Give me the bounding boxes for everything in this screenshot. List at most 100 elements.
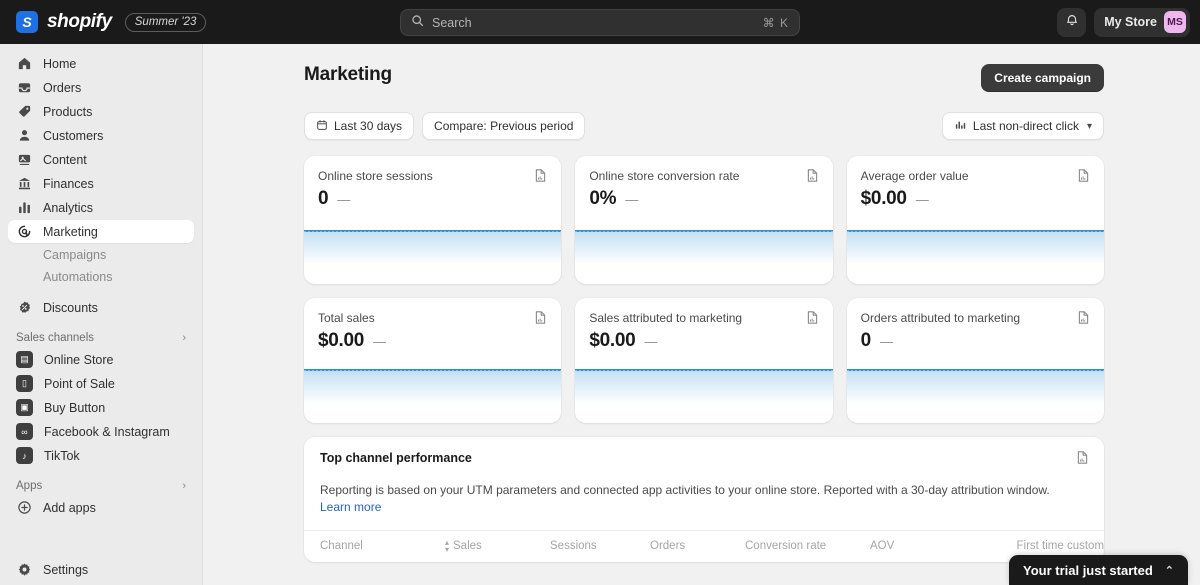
compare-label: Compare: Previous period — [434, 119, 573, 133]
column-header-aov: AOV — [870, 540, 975, 552]
trial-banner[interactable]: Your trial just started ⌃ — [1009, 555, 1188, 585]
store-switcher-button[interactable]: My Store MS — [1094, 8, 1190, 37]
learn-more-link[interactable]: Learn more — [320, 500, 381, 514]
search-input[interactable]: Search ⌘ K — [400, 9, 800, 36]
main-content: Marketing Create campaign Last 30 days C… — [203, 44, 1200, 585]
sidebar-item-label: TikTok — [44, 449, 80, 463]
search-container[interactable]: Search ⌘ K — [400, 9, 800, 36]
home-icon — [16, 56, 32, 72]
facebook-instagram-icon: ∞ — [16, 423, 33, 440]
column-header-conversion-rate: Conversion rate — [745, 540, 870, 552]
sidebar-item-settings[interactable]: Settings — [0, 558, 202, 585]
attribution-model-select[interactable]: Last non-direct click ▾ — [942, 112, 1104, 140]
chevron-up-icon: ⌃ — [1165, 564, 1174, 577]
app-body: Home Orders Products — [0, 44, 1200, 585]
sidebar-item-customers[interactable]: Customers — [0, 124, 202, 147]
date-range-filter[interactable]: Last 30 days — [304, 112, 414, 140]
sidebar-item-buy-button[interactable]: ▣ Buy Button — [0, 396, 202, 419]
marketing-icon — [16, 224, 32, 240]
shopify-logo-icon: S — [16, 11, 38, 33]
sidebar-section-sales-channels[interactable]: Sales channels › — [16, 332, 186, 344]
page-header: Marketing Create campaign — [304, 64, 1104, 94]
metric-title: Total sales — [318, 311, 547, 325]
discounts-icon — [16, 300, 32, 316]
sidebar-subitem-automations[interactable]: Automations — [8, 266, 194, 288]
sidebar-item-discounts[interactable]: Discounts — [0, 296, 202, 319]
sidebar-item-add-apps[interactable]: Add apps — [0, 496, 202, 519]
metric-card-online-store-sessions[interactable]: Online store sessions 0 — — [304, 156, 561, 284]
sidebar-item-label: Content — [43, 153, 87, 167]
sidebar-subitem-campaigns[interactable]: Campaigns — [8, 244, 194, 266]
report-doc-icon[interactable] — [533, 168, 548, 183]
column-header-orders: Orders — [650, 540, 745, 552]
table-header-row: Channel ▴▾ Sales Sessions Orders Convers… — [304, 531, 1104, 562]
sidebar-item-label: Buy Button — [44, 401, 105, 415]
sidebar-item-tiktok[interactable]: ♪ TikTok — [0, 444, 202, 467]
sidebar-item-label: Products — [43, 105, 92, 119]
sidebar-item-label: Add apps — [43, 501, 96, 515]
sidebar-item-analytics[interactable]: Analytics — [0, 196, 202, 219]
gear-icon — [16, 562, 32, 578]
bar-chart-icon — [954, 119, 967, 134]
sparkline-chart — [304, 230, 561, 284]
top-bar-actions: My Store MS — [1057, 0, 1190, 44]
pos-icon: ▯ — [16, 375, 33, 392]
sparkline-chart — [575, 369, 832, 423]
metric-value: 0% — [589, 188, 616, 210]
sidebar-item-online-store[interactable]: ▤ Online Store — [0, 348, 202, 371]
sidebar-item-label: Discounts — [43, 301, 98, 315]
sidebar-item-finances[interactable]: Finances — [0, 172, 202, 195]
sidebar-subitem-label: Campaigns — [43, 248, 106, 262]
compare-filter[interactable]: Compare: Previous period — [422, 112, 585, 140]
column-header-sales[interactable]: ▴▾ Sales — [445, 539, 550, 553]
section-title: Top channel performance — [320, 451, 1088, 465]
attribution-model-label: Last non-direct click — [973, 119, 1079, 133]
chevron-right-icon: › — [182, 480, 186, 492]
metric-delta: — — [625, 192, 638, 207]
sidebar-item-point-of-sale[interactable]: ▯ Point of Sale — [0, 372, 202, 395]
metric-title: Sales attributed to marketing — [589, 311, 818, 325]
store-icon: ▤ — [16, 351, 33, 368]
report-doc-icon[interactable] — [805, 310, 820, 325]
report-doc-icon[interactable] — [1076, 310, 1091, 325]
report-doc-icon[interactable] — [1076, 168, 1091, 183]
sidebar-item-content[interactable]: Content — [0, 148, 202, 171]
notifications-button[interactable] — [1057, 8, 1086, 37]
search-icon — [411, 14, 424, 32]
shopify-wordmark: shopify — [47, 11, 112, 33]
column-header-first-time-customers: First time customers — [1016, 540, 1104, 552]
metric-card-average-order-value[interactable]: Average order value $0.00 — — [847, 156, 1104, 284]
sidebar-item-marketing[interactable]: Marketing — [0, 220, 202, 243]
column-header-label: Sales — [453, 540, 482, 552]
metric-value: 0 — [861, 330, 871, 352]
top-channel-performance-card: Top channel performance Reporting is bas… — [304, 437, 1104, 562]
metric-title: Online store conversion rate — [589, 169, 818, 183]
metric-card-online-store-conversion-rate[interactable]: Online store conversion rate 0% — — [575, 156, 832, 284]
sparkline-chart — [304, 369, 561, 423]
report-doc-icon[interactable] — [533, 310, 548, 325]
channel-performance-table: Channel ▴▾ Sales Sessions Orders Convers… — [304, 530, 1104, 562]
avatar: MS — [1164, 11, 1186, 33]
content-icon — [16, 152, 32, 168]
sidebar-section-apps[interactable]: Apps › — [16, 480, 186, 492]
sidebar-item-home[interactable]: Home — [0, 52, 202, 75]
sidebar-item-label: Marketing — [43, 225, 98, 239]
sidebar-item-orders[interactable]: Orders — [0, 76, 202, 99]
sidebar-item-label: Point of Sale — [44, 377, 115, 391]
sidebar-item-facebook-instagram[interactable]: ∞ Facebook & Instagram — [0, 420, 202, 443]
metric-card-total-sales[interactable]: Total sales $0.00 — — [304, 298, 561, 423]
metric-card-orders-attributed-to-marketing[interactable]: Orders attributed to marketing 0 — — [847, 298, 1104, 423]
create-campaign-button[interactable]: Create campaign — [981, 64, 1104, 92]
report-doc-icon[interactable] — [1075, 450, 1090, 465]
column-header-sessions: Sessions — [550, 540, 650, 552]
buy-button-icon: ▣ — [16, 399, 33, 416]
sidebar-item-products[interactable]: Products — [0, 100, 202, 123]
metric-card-sales-attributed-to-marketing[interactable]: Sales attributed to marketing $0.00 — — [575, 298, 832, 423]
release-badge: Summer '23 — [125, 13, 207, 32]
report-doc-icon[interactable] — [805, 168, 820, 183]
sparkline-chart — [575, 230, 832, 284]
brand-logo[interactable]: S shopify Summer '23 — [0, 11, 206, 33]
sort-icon: ▴▾ — [445, 539, 449, 553]
sidebar-subitem-label: Automations — [43, 270, 112, 284]
metric-delta: — — [337, 192, 350, 207]
